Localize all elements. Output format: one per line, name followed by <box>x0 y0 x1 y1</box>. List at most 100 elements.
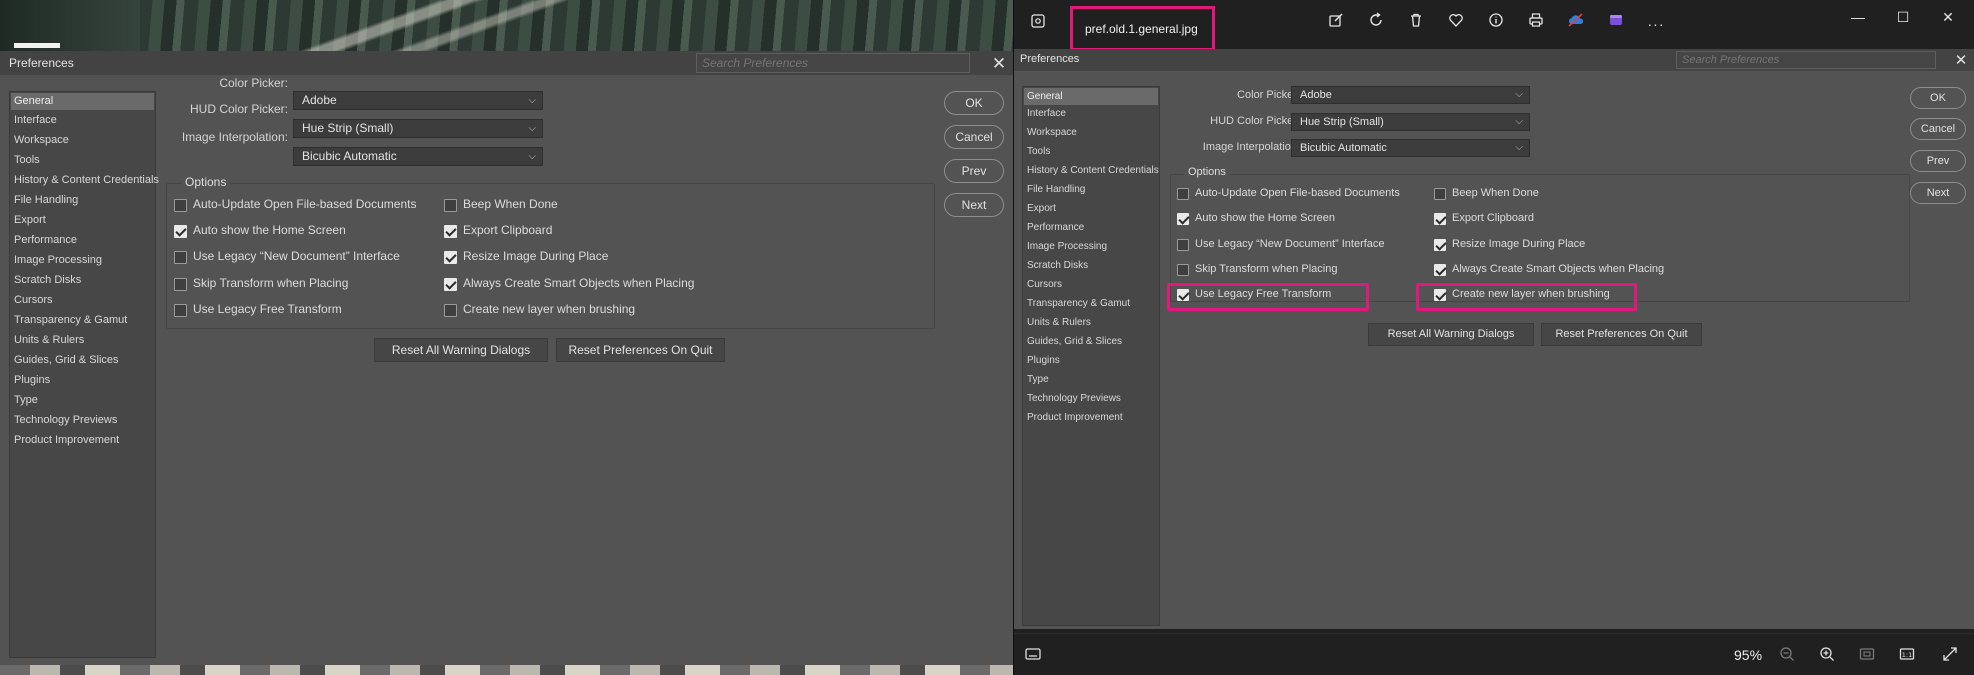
zoom-in-icon[interactable] <box>1819 646 1835 665</box>
sidebar-item-guides[interactable]: Guides, Grid & Slices <box>1027 336 1122 347</box>
more-icon[interactable]: ··· <box>1643 11 1669 37</box>
resize-image-checkbox[interactable] <box>444 251 457 264</box>
sidebar-item-file-handling[interactable]: File Handling <box>1027 184 1085 195</box>
legacy-free-transform-label: Use Legacy Free Transform <box>193 302 342 316</box>
beep-when-done-checkbox[interactable] <box>1434 188 1446 200</box>
auto-update-checkbox[interactable] <box>1177 188 1189 200</box>
next-button[interactable]: Next <box>944 193 1004 217</box>
sidebar-item-technology-previews[interactable]: Technology Previews <box>1027 393 1121 404</box>
new-layer-brushing-checkbox[interactable] <box>444 304 457 317</box>
svg-text:1:1: 1:1 <box>1902 651 1912 659</box>
sidebar-item-interface[interactable]: Interface <box>14 114 57 126</box>
sidebar-item-transparency[interactable]: Transparency & Gamut <box>1027 298 1130 309</box>
close-window-icon[interactable]: ✕ <box>1933 2 1963 32</box>
sidebar-item-cursors[interactable]: Cursors <box>14 294 53 306</box>
sidebar-item-product-improvement[interactable]: Product Improvement <box>14 434 119 446</box>
sidebar-item-plugins[interactable]: Plugins <box>14 374 50 386</box>
sidebar-item-history[interactable]: History & Content Credentials <box>1027 165 1159 176</box>
sidebar-item-type[interactable]: Type <box>14 394 38 406</box>
reset-warning-dialogs-button[interactable]: Reset All Warning Dialogs <box>374 338 548 362</box>
sidebar-item-units-rulers[interactable]: Units & Rulers <box>1027 317 1091 328</box>
sidebar-item-tools[interactable]: Tools <box>1027 146 1050 157</box>
sidebar-item-scratch-disks[interactable]: Scratch Disks <box>1027 260 1088 271</box>
skip-transform-label: Skip Transform when Placing <box>193 276 349 290</box>
gallery-icon[interactable] <box>1025 12 1051 38</box>
color-picker-select[interactable]: Adobe ⌵ <box>1291 86 1530 104</box>
legacy-new-document-checkbox[interactable] <box>174 251 187 264</box>
sidebar-item-guides[interactable]: Guides, Grid & Slices <box>14 354 119 366</box>
auto-show-home-checkbox[interactable] <box>1177 213 1189 225</box>
prev-button[interactable]: Prev <box>944 159 1004 183</box>
edit-icon[interactable] <box>1323 11 1349 37</box>
sidebar-item-image-processing[interactable]: Image Processing <box>1027 241 1107 252</box>
hud-color-picker-select[interactable]: Hue Strip (Small) ⌵ <box>1291 113 1530 131</box>
fit-window-icon[interactable] <box>1859 646 1875 665</box>
filmstrip-icon[interactable] <box>1025 647 1041 664</box>
delete-icon[interactable] <box>1403 11 1429 37</box>
sidebar-item-performance[interactable]: Performance <box>14 234 77 246</box>
print-icon[interactable] <box>1523 11 1549 37</box>
sidebar-item-workspace[interactable]: Workspace <box>14 134 69 146</box>
reset-warning-dialogs-button[interactable]: Reset All Warning Dialogs <box>1368 323 1534 346</box>
reset-preferences-button[interactable]: Reset Preferences On Quit <box>556 338 725 362</box>
cancel-button[interactable]: Cancel <box>1910 118 1966 140</box>
sidebar-item-scratch-disks[interactable]: Scratch Disks <box>14 274 81 286</box>
sidebar-item-product-improvement[interactable]: Product Improvement <box>1027 412 1123 423</box>
prev-button[interactable]: Prev <box>1910 150 1966 172</box>
image-interpolation-select[interactable]: Bicubic Automatic ⌵ <box>293 147 543 166</box>
smart-objects-checkbox[interactable] <box>444 278 457 291</box>
image-interpolation-select[interactable]: Bicubic Automatic ⌵ <box>1291 139 1530 157</box>
cancel-button[interactable]: Cancel <box>944 125 1004 149</box>
beep-when-done-checkbox[interactable] <box>444 199 457 212</box>
legacy-free-transform-checkbox[interactable] <box>174 304 187 317</box>
legacy-new-document-checkbox[interactable] <box>1177 239 1189 251</box>
actual-size-icon[interactable]: 1:1 <box>1899 646 1915 665</box>
color-picker-select[interactable]: Adobe ⌵ <box>293 91 543 110</box>
close-icon[interactable]: ✕ <box>1952 52 1970 69</box>
ok-button[interactable]: OK <box>1910 87 1966 109</box>
hud-color-picker-select[interactable]: Hue Strip (Small) ⌵ <box>293 119 543 138</box>
zoom-out-icon[interactable] <box>1779 646 1795 665</box>
sidebar-item-general[interactable]: General <box>11 93 154 110</box>
sidebar-item-file-handling[interactable]: File Handling <box>14 194 78 206</box>
rotate-icon[interactable] <box>1363 11 1389 37</box>
sidebar-item-general[interactable]: General <box>1024 88 1158 105</box>
sidebar-item-workspace[interactable]: Workspace <box>1027 127 1077 138</box>
chevron-down-icon: ⌵ <box>528 123 536 134</box>
export-clipboard-checkbox[interactable] <box>444 225 457 238</box>
sidebar-item-transparency[interactable]: Transparency & Gamut <box>14 314 127 326</box>
maximize-icon[interactable]: ☐ <box>1888 2 1918 32</box>
resize-image-checkbox[interactable] <box>1434 239 1446 251</box>
skip-transform-checkbox[interactable] <box>1177 264 1189 276</box>
auto-show-home-checkbox[interactable] <box>174 225 187 238</box>
sidebar-item-plugins[interactable]: Plugins <box>1027 355 1060 366</box>
ok-button[interactable]: OK <box>944 91 1004 115</box>
sidebar-item-history[interactable]: History & Content Credentials <box>14 174 159 186</box>
smart-objects-checkbox[interactable] <box>1434 264 1446 276</box>
sidebar-item-tools[interactable]: Tools <box>14 154 40 166</box>
close-icon[interactable]: ✕ <box>990 55 1008 72</box>
sidebar-item-cursors[interactable]: Cursors <box>1027 279 1062 290</box>
info-icon[interactable] <box>1483 11 1509 37</box>
clipchamp-icon[interactable] <box>1603 11 1629 37</box>
search-input[interactable] <box>696 53 970 73</box>
search-input[interactable] <box>1676 51 1936 69</box>
sidebar-item-units-rulers[interactable]: Units & Rulers <box>14 334 84 346</box>
sidebar-item-image-processing[interactable]: Image Processing <box>14 254 102 266</box>
sidebar-item-export[interactable]: Export <box>1027 203 1056 214</box>
sidebar-item-technology-previews[interactable]: Technology Previews <box>14 414 117 426</box>
filename-tab[interactable]: pref.old.1.general.jpg <box>1070 6 1215 51</box>
onedrive-icon[interactable] <box>1563 11 1589 37</box>
sidebar-item-export[interactable]: Export <box>14 214 46 226</box>
minimize-icon[interactable]: — <box>1843 2 1873 32</box>
sidebar-item-performance[interactable]: Performance <box>1027 222 1084 233</box>
sidebar-item-interface[interactable]: Interface <box>1027 108 1066 119</box>
fullscreen-icon[interactable] <box>1942 646 1958 665</box>
sidebar-item-type[interactable]: Type <box>1027 374 1049 385</box>
reset-preferences-button[interactable]: Reset Preferences On Quit <box>1541 323 1702 346</box>
auto-update-checkbox[interactable] <box>174 199 187 212</box>
export-clipboard-checkbox[interactable] <box>1434 213 1446 225</box>
favorite-icon[interactable] <box>1443 11 1469 37</box>
skip-transform-checkbox[interactable] <box>174 278 187 291</box>
next-button[interactable]: Next <box>1910 182 1966 204</box>
